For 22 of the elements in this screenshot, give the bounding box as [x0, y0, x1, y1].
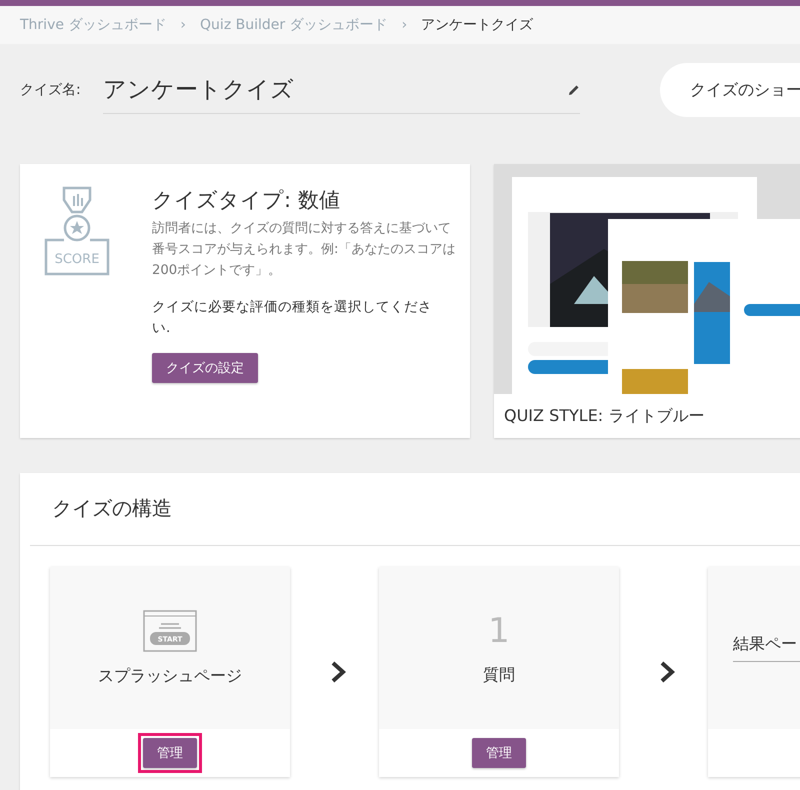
breadcrumb-separator: › — [180, 17, 186, 33]
panel-title: クイズの構造 — [51, 495, 173, 522]
instruction-text: クイズに必要な評価の種類を選択してください. — [152, 298, 433, 338]
style-caption: QUIZ STYLE: ライトブルー — [503, 405, 706, 427]
quiz-type-title: クイズタイプ: 数値 — [152, 187, 340, 214]
chevron-icon — [659, 661, 675, 683]
quiz-name-field[interactable]: アンケートクイズ — [103, 66, 580, 114]
stage-label: スプラッシュページ — [98, 666, 242, 686]
quiz-name-label: クイズ名: — [20, 81, 82, 99]
chevron-icon — [330, 661, 346, 683]
question-count: 1 — [488, 610, 510, 650]
quiz-settings-button[interactable]: クイズの設定 — [152, 353, 258, 383]
manage-button[interactable]: 管理 — [472, 738, 526, 768]
icon-label: SCORE — [54, 252, 100, 267]
quiz-type-description: 訪問者には、クイズの質問に対する答えに基づいて番号スコアが与えられます。例:「あなたのスコアは200ポイントです」。 — [152, 220, 456, 280]
stage-name-field[interactable]: 結果ペー — [733, 634, 800, 662]
style-card[interactable]: QUIZ STYLE: ライトブルー — [494, 164, 800, 438]
start-page-drawing — [143, 610, 197, 652]
pencil-icon[interactable] — [568, 84, 580, 96]
manage-button[interactable]: 管理 — [143, 738, 197, 768]
stage-label: 質問 — [483, 664, 515, 686]
breadcrumb-separator: › — [402, 17, 408, 33]
